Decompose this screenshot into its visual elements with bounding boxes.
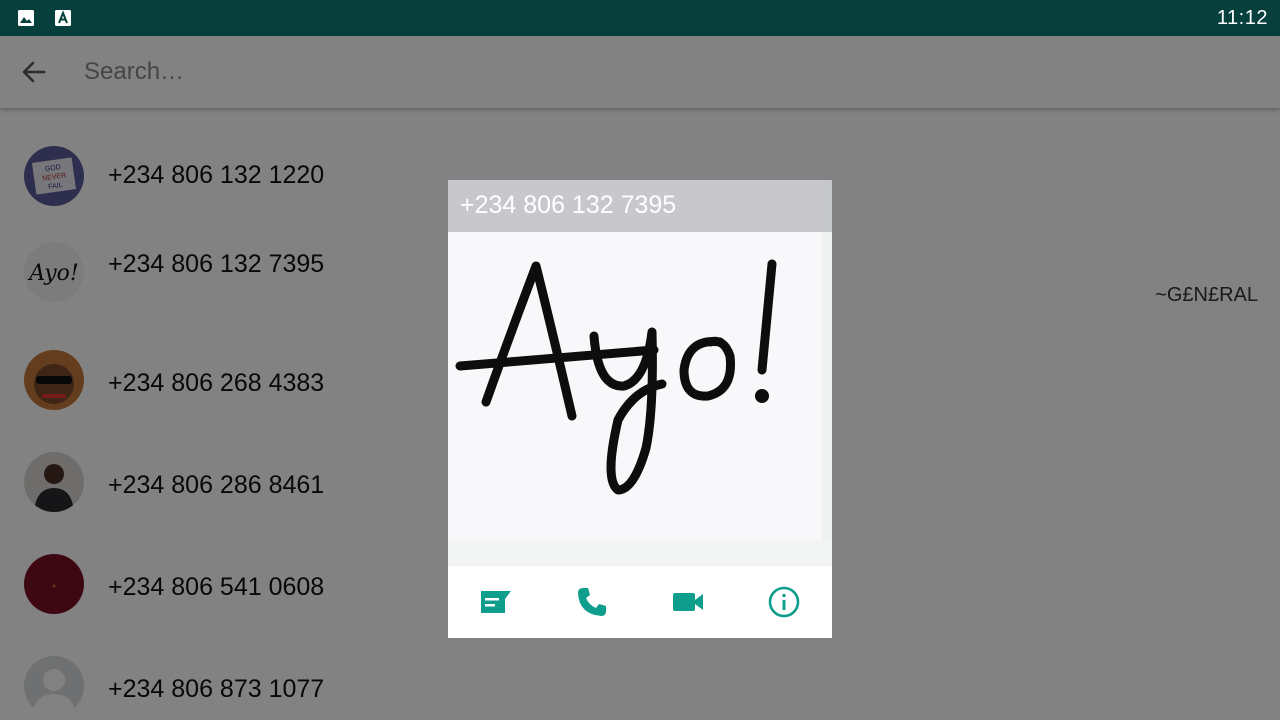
profile-name: +234 806 132 7395 (460, 191, 677, 219)
video-call-button[interactable] (670, 584, 706, 620)
profile-name-band: +234 806 132 7395 (448, 180, 832, 232)
image-icon (18, 10, 34, 26)
phone-icon (578, 588, 606, 616)
message-icon (481, 591, 511, 613)
message-button[interactable] (478, 584, 514, 620)
font-icon (55, 10, 71, 26)
info-icon (768, 586, 800, 618)
profile-actions (448, 566, 832, 638)
profile-photo[interactable] (448, 180, 832, 566)
video-camera-icon (673, 593, 703, 611)
status-bar: 11:12 (0, 0, 1280, 36)
profile-dialog: +234 806 132 7395 (448, 180, 832, 638)
status-time: 11:12 (1216, 7, 1268, 29)
voice-call-button[interactable] (574, 584, 610, 620)
contact-info-button[interactable] (766, 584, 802, 620)
